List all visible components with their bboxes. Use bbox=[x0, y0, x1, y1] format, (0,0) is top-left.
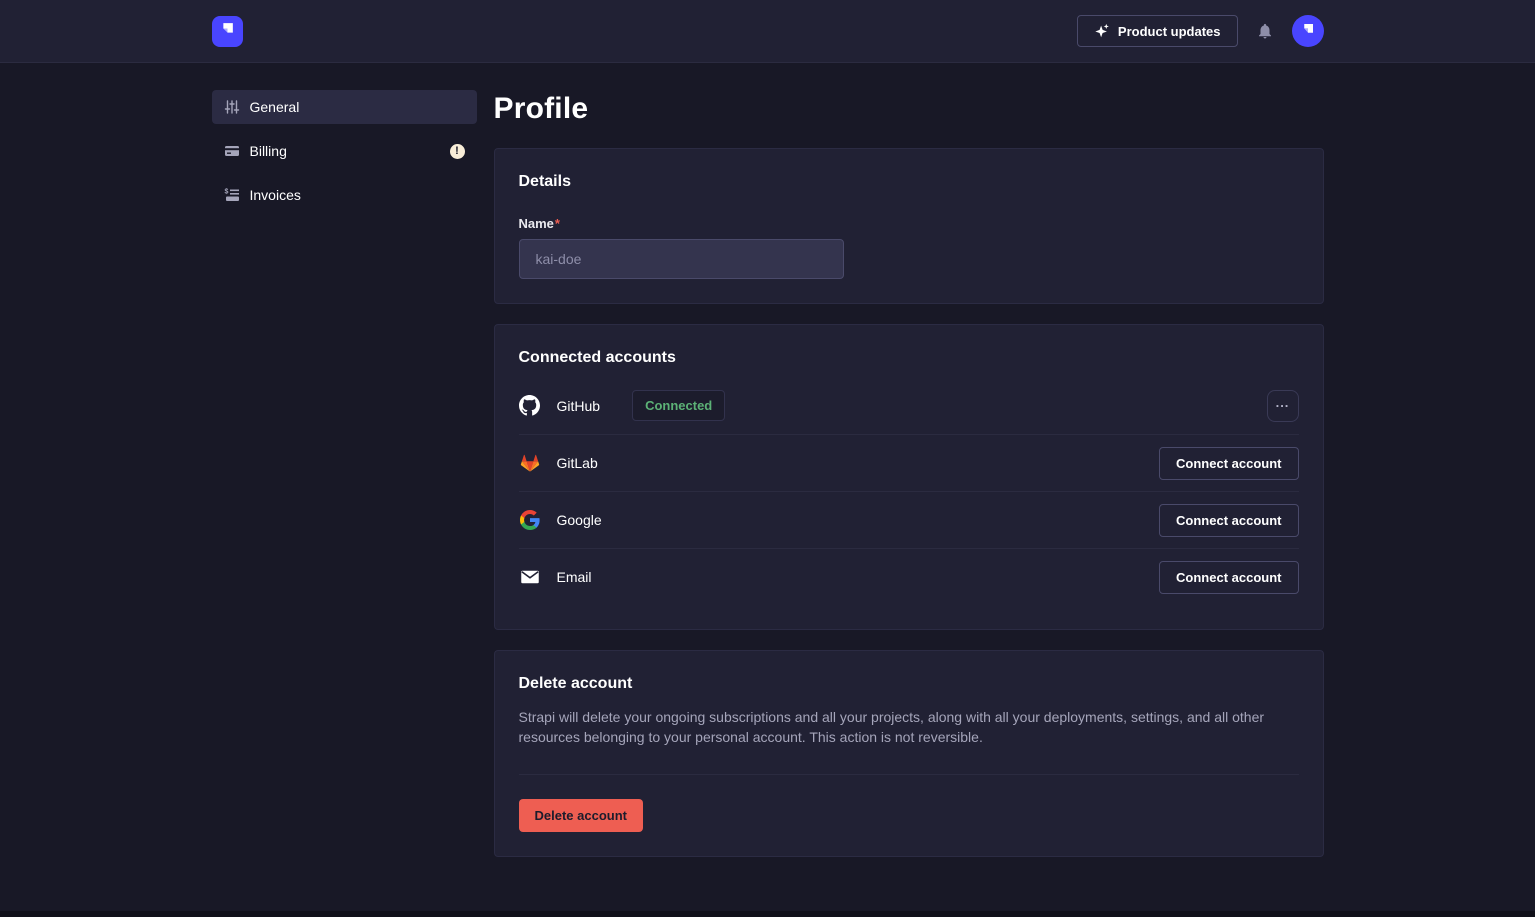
connected-status-badge: Connected bbox=[632, 390, 725, 421]
bell-icon bbox=[1256, 22, 1274, 40]
connected-accounts-heading: Connected accounts bbox=[519, 349, 1299, 367]
email-connect-account-button[interactable]: Connect account bbox=[1159, 561, 1298, 594]
account-name: Email bbox=[557, 569, 592, 585]
profile-content: Profile Details Name* Connected accounts bbox=[494, 90, 1324, 917]
google-icon bbox=[519, 509, 541, 531]
notifications-button[interactable] bbox=[1254, 20, 1276, 42]
divider bbox=[519, 774, 1299, 775]
account-name: Google bbox=[557, 512, 602, 528]
google-connect-account-button[interactable]: Connect account bbox=[1159, 504, 1298, 537]
billing-warning-badge: ! bbox=[450, 144, 465, 159]
delete-account-card: Delete account Strapi will delete your o… bbox=[494, 650, 1324, 857]
delete-account-button[interactable]: Delete account bbox=[519, 799, 643, 832]
gitlab-connect-account-button[interactable]: Connect account bbox=[1159, 447, 1298, 480]
name-label: Name* bbox=[519, 216, 560, 231]
github-more-options-button[interactable]: ... bbox=[1267, 390, 1299, 422]
sliders-icon bbox=[224, 99, 240, 115]
sidebar-item-label: Billing bbox=[250, 143, 287, 159]
delete-account-description: Strapi will delete your ongoing subscrip… bbox=[519, 707, 1299, 748]
page-title: Profile bbox=[494, 92, 1324, 126]
bottom-edge-strip bbox=[0, 911, 1535, 917]
invoice-icon: $ bbox=[224, 187, 240, 203]
product-updates-label: Product updates bbox=[1118, 24, 1221, 39]
gitlab-icon bbox=[519, 452, 541, 474]
svg-text:$: $ bbox=[224, 189, 228, 196]
account-row-gitlab: GitLab Connect account bbox=[519, 434, 1299, 491]
account-row-google: Google Connect account bbox=[519, 491, 1299, 548]
github-icon bbox=[519, 395, 541, 417]
credit-card-icon bbox=[224, 143, 240, 159]
sidebar-item-label: Invoices bbox=[250, 187, 301, 203]
sparkle-icon bbox=[1094, 23, 1110, 39]
details-card: Details Name* bbox=[494, 148, 1324, 304]
settings-sidebar: General Billing ! $ In bbox=[212, 90, 477, 917]
connected-accounts-card: Connected accounts GitHub Connected ... bbox=[494, 324, 1324, 630]
account-name: GitHub bbox=[557, 398, 601, 414]
strapi-logo-icon bbox=[218, 19, 237, 43]
account-row-github: GitHub Connected ... bbox=[519, 377, 1299, 434]
email-icon bbox=[519, 566, 541, 588]
ellipsis-icon: ... bbox=[1276, 395, 1290, 410]
account-row-email: Email Connect account bbox=[519, 548, 1299, 605]
delete-account-heading: Delete account bbox=[519, 675, 1299, 693]
topbar: Product updates bbox=[0, 0, 1535, 63]
name-input[interactable] bbox=[519, 239, 844, 279]
sidebar-item-label: General bbox=[250, 99, 300, 115]
product-updates-button[interactable]: Product updates bbox=[1077, 15, 1238, 47]
strapi-logo[interactable] bbox=[212, 16, 243, 47]
account-name: GitLab bbox=[557, 455, 598, 471]
sidebar-item-invoices[interactable]: $ Invoices bbox=[212, 178, 477, 212]
avatar-strapi-icon bbox=[1298, 19, 1318, 44]
details-heading: Details bbox=[519, 173, 1299, 191]
required-asterisk: * bbox=[555, 216, 560, 231]
user-avatar[interactable] bbox=[1292, 15, 1324, 47]
sidebar-item-billing[interactable]: Billing ! bbox=[212, 134, 477, 168]
sidebar-item-general[interactable]: General bbox=[212, 90, 477, 124]
